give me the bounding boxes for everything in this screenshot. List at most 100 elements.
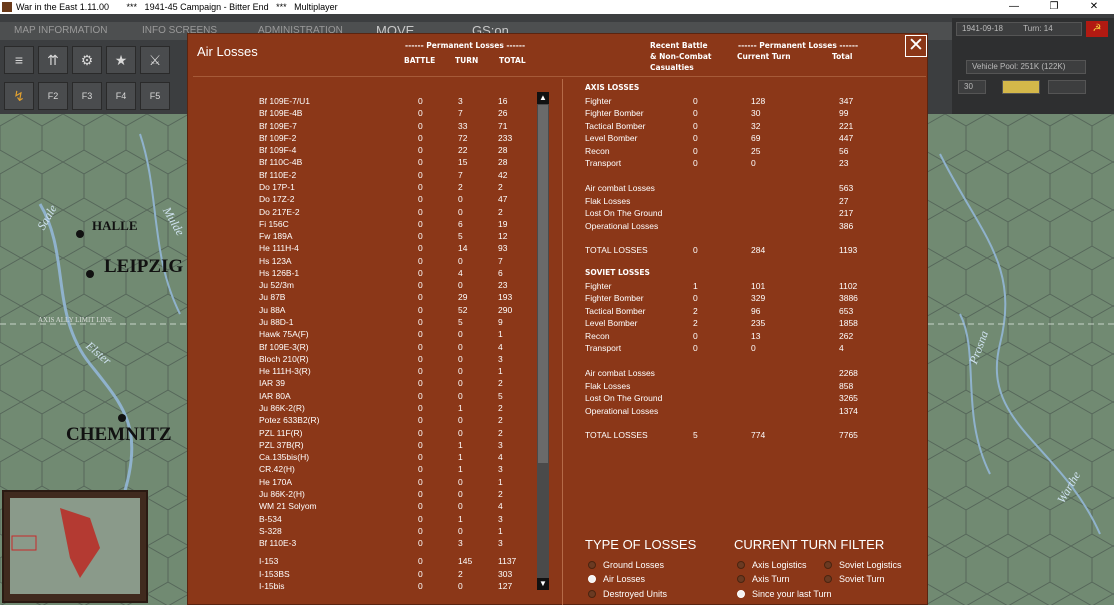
- date-label: 1941-09-18: [962, 24, 1003, 33]
- f3-icon[interactable]: F3: [72, 82, 102, 110]
- aircraft-row[interactable]: Bf 109E-3(R) 0 0 4: [188, 341, 538, 353]
- f4-icon[interactable]: F4: [106, 82, 136, 110]
- close-dialog-button[interactable]: ✕: [905, 35, 927, 57]
- aircraft-name: Bf 110C-4B: [259, 157, 303, 168]
- aircraft-row[interactable]: Bf 109E-7 0 33 71: [188, 120, 538, 132]
- aircraft-row[interactable]: Bf 109E-4B 0 7 26: [188, 107, 538, 119]
- move-mode-icon[interactable]: ↯: [4, 82, 34, 110]
- aircraft-row[interactable]: He 111H-4 0 14 93: [188, 242, 538, 254]
- battle-value: 0: [418, 280, 423, 291]
- name-value: Operational Losses: [585, 220, 659, 231]
- loss-cause-row: Air combat Losses 563: [585, 182, 905, 194]
- aircraft-row[interactable]: Do 17Z-2 0 0 47: [188, 193, 538, 205]
- total-value: 47: [498, 194, 508, 205]
- loss-type-row: Level Bomber 0 69 447: [585, 132, 905, 144]
- maximize-button[interactable]: ❐: [1034, 0, 1074, 14]
- scroll-thumb[interactable]: [538, 105, 548, 463]
- aircraft-row[interactable]: I-153 0 145 1137: [188, 555, 538, 567]
- aircraft-row[interactable]: Fi 156C 0 6 19: [188, 218, 538, 230]
- aircraft-row[interactable]: Do 17P-1 0 2 2: [188, 181, 538, 193]
- aircraft-row[interactable]: Ju 86K-2(R) 0 1 2: [188, 402, 538, 414]
- aircraft-row[interactable]: Bf 110E-3 0 3 3: [188, 537, 538, 549]
- aircraft-row[interactable]: Hs 123A 0 0 7: [188, 255, 538, 267]
- aircraft-row[interactable]: PZL 37B(R) 0 1 3: [188, 439, 538, 451]
- scroll-down-button[interactable]: ▼: [537, 578, 549, 590]
- minimap-view[interactable]: [10, 498, 140, 594]
- aircraft-row[interactable]: PZL 11F(R) 0 0 2: [188, 427, 538, 439]
- radio-dot: [737, 589, 745, 598]
- aircraft-loss-list[interactable]: Bf 109E-7/U1 0 3 16 Bf 109E-4B 0 7 26 Bf 109E-7 0…: [188, 34, 562, 605]
- aircraft-row[interactable]: Bf 109E-7/U1 0 3 16: [188, 95, 538, 107]
- total-value: 6: [498, 267, 503, 278]
- total-losses-row: TOTAL LOSSES 5 774 7765: [585, 429, 905, 441]
- aircraft-row[interactable]: Bloch 210(R) 0 0 3: [188, 353, 538, 365]
- aircraft-row[interactable]: S-328 0 0 1: [188, 525, 538, 537]
- aircraft-row[interactable]: Bf 110E-2 0 7 42: [188, 169, 538, 181]
- aircraft-row[interactable]: I-15bis 0 0 127: [188, 580, 538, 592]
- total-value: 19: [498, 218, 508, 229]
- move-arrows-icon[interactable]: ⇈: [38, 46, 68, 74]
- menu-map-information[interactable]: MAP INFORMATION: [14, 22, 108, 40]
- battle-value: 0: [418, 341, 423, 352]
- radio-axis-turn[interactable]: Axis Turn: [737, 573, 790, 585]
- aircraft-row[interactable]: IAR 39 0 0 2: [188, 377, 538, 389]
- aircraft-row[interactable]: Bf 109F-2 0 72 233: [188, 132, 538, 144]
- aircraft-row[interactable]: Hawk 75A(F) 0 0 1: [188, 328, 538, 340]
- aircraft-row[interactable]: Do 217E-2 0 0 2: [188, 206, 538, 218]
- aircraft-name: Do 17Z-2: [259, 194, 295, 205]
- aircraft-row[interactable]: I-153BS 0 2 303: [188, 568, 538, 580]
- aircraft-row[interactable]: Fw 189A 0 5 12: [188, 230, 538, 242]
- aircraft-row[interactable]: Ju 87B 0 29 193: [188, 291, 538, 303]
- aircraft-row[interactable]: Ca.135bis(H) 0 1 4: [188, 451, 538, 463]
- aircraft-row[interactable]: Ju 52/3m 0 0 23: [188, 279, 538, 291]
- recent-value: 0: [693, 96, 698, 106]
- aircraft-row[interactable]: Ju 86K-2(H) 0 0 2: [188, 488, 538, 500]
- aircraft-row[interactable]: Bf 110C-4B 0 15 28: [188, 156, 538, 168]
- star-icon[interactable]: ★: [106, 46, 136, 74]
- gear-icon[interactable]: ⚙: [72, 46, 102, 74]
- f2-icon[interactable]: F2: [38, 82, 68, 110]
- radio-axis-logistics[interactable]: Axis Logistics: [737, 559, 807, 571]
- turn-value: 0: [751, 343, 756, 353]
- stack-icon[interactable]: ≡: [4, 46, 34, 74]
- battle-value: 0: [418, 353, 423, 364]
- name-value: Recon: [585, 145, 610, 156]
- close-window-button[interactable]: ✕: [1074, 0, 1114, 14]
- battle-value: 0: [418, 464, 423, 475]
- total-value: 2: [498, 181, 503, 192]
- aircraft-row[interactable]: He 170A 0 0 1: [188, 476, 538, 488]
- aircraft-row[interactable]: IAR 80A 0 0 5: [188, 390, 538, 402]
- aircraft-row[interactable]: WM 21 Solyom 0 0 4: [188, 500, 538, 512]
- turn-value: 284: [751, 245, 766, 255]
- aircraft-row[interactable]: CR.42(H) 0 1 3: [188, 463, 538, 475]
- aircraft-row[interactable]: He 111H-3(R) 0 0 1: [188, 365, 538, 377]
- recent-value: 0: [693, 108, 698, 119]
- minimap[interactable]: [2, 490, 148, 603]
- radio-air-losses[interactable]: Air Losses: [588, 573, 645, 585]
- aircraft-row[interactable]: B-534 0 1 3: [188, 513, 538, 525]
- total-value: 23: [498, 280, 508, 291]
- scroll-up-button[interactable]: ▲: [537, 92, 549, 104]
- battle-value: 0: [418, 194, 423, 205]
- total-value: 2: [498, 206, 503, 217]
- aircraft-name: Bf 109F-4: [259, 145, 297, 156]
- radio-since-last-turn[interactable]: Since your last Turn: [737, 588, 832, 600]
- aircraft-row[interactable]: Hs 126B-1 0 4 6: [188, 267, 538, 279]
- aircraft-row[interactable]: Potez 633B2(R) 0 0 2: [188, 414, 538, 426]
- aircraft-row[interactable]: Ju 88A 0 52 290: [188, 304, 538, 316]
- minimize-button[interactable]: —: [994, 0, 1034, 14]
- radio-ground-losses[interactable]: Ground Losses: [588, 559, 664, 571]
- radio-soviet-logistics[interactable]: Soviet Logistics: [824, 559, 902, 571]
- list-scrollbar[interactable]: ▲ ▼: [537, 92, 549, 590]
- tank-icon[interactable]: ⚔: [140, 46, 170, 74]
- radio-destroyed-units[interactable]: Destroyed Units: [588, 588, 667, 600]
- name-value: Level Bomber: [585, 318, 638, 329]
- name-value: Tactical Bomber: [585, 305, 646, 316]
- radio-soviet-turn[interactable]: Soviet Turn: [824, 573, 885, 585]
- f5-icon[interactable]: F5: [140, 82, 170, 110]
- aircraft-row[interactable]: Ju 88D-1 0 5 9: [188, 316, 538, 328]
- turn-value: 101: [751, 281, 766, 291]
- aircraft-name: WM 21 Solyom: [259, 501, 317, 512]
- type-of-losses-title: TYPE OF LOSSES: [585, 537, 697, 552]
- aircraft-row[interactable]: Bf 109F-4 0 22 28: [188, 144, 538, 156]
